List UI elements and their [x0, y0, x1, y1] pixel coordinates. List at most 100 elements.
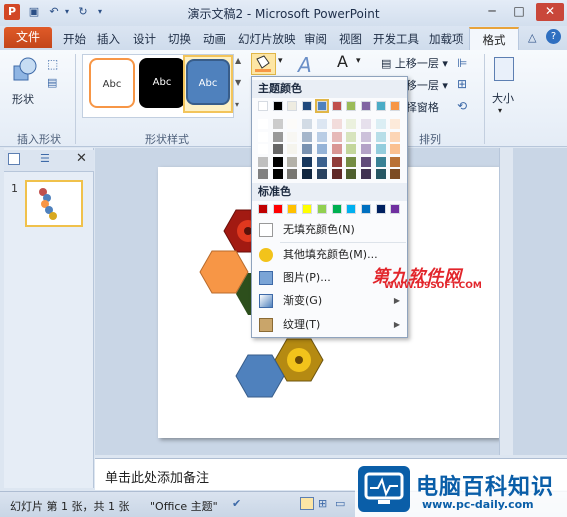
- theme-tint-swatch[interactable]: [316, 156, 327, 167]
- theme-tint-swatch[interactable]: [390, 144, 401, 154]
- theme-tint-swatch[interactable]: [316, 131, 327, 142]
- tab-animations[interactable]: 动画: [203, 31, 226, 47]
- theme-color-swatch[interactable]: [360, 101, 371, 111]
- vertical-scrollbar[interactable]: [499, 148, 513, 455]
- theme-tint-swatch[interactable]: [331, 144, 342, 154]
- theme-tint-swatch[interactable]: [302, 156, 313, 167]
- theme-tint-swatch[interactable]: [287, 156, 298, 167]
- edit-shape-icon[interactable]: ⬚: [47, 57, 58, 71]
- size-dropdown-icon[interactable]: ▾: [498, 106, 502, 115]
- slide-thumbnail[interactable]: [25, 180, 83, 227]
- theme-tint-swatch[interactable]: [272, 131, 283, 142]
- theme-tint-swatch[interactable]: [258, 169, 268, 179]
- theme-color-swatch[interactable]: [375, 101, 386, 111]
- theme-tint-swatch[interactable]: [346, 119, 357, 129]
- theme-color-swatch[interactable]: [390, 101, 401, 111]
- theme-tint-swatch[interactable]: [390, 131, 401, 142]
- standard-color-swatch[interactable]: [390, 204, 401, 214]
- standard-color-swatch[interactable]: [331, 204, 342, 214]
- size-label[interactable]: 大小: [492, 90, 514, 106]
- theme-tint-swatch[interactable]: [331, 169, 342, 179]
- theme-tint-swatch[interactable]: [316, 144, 327, 154]
- theme-tint-swatch[interactable]: [302, 119, 313, 129]
- tab-transitions[interactable]: 切换: [168, 31, 191, 47]
- theme-tint-swatch[interactable]: [375, 131, 386, 142]
- tab-insert[interactable]: 插入: [97, 31, 120, 47]
- theme-tint-swatch[interactable]: [302, 131, 313, 142]
- pane-close-icon[interactable]: ✕: [76, 151, 87, 166]
- text-box-icon[interactable]: ▤: [47, 76, 57, 89]
- style-blue-fill[interactable]: Abc: [186, 59, 230, 105]
- theme-tint-swatch[interactable]: [302, 144, 313, 154]
- normal-view-icon[interactable]: [300, 497, 314, 510]
- tab-home[interactable]: 开始: [63, 31, 86, 47]
- size-icon[interactable]: [494, 57, 514, 81]
- group-icon[interactable]: ⊞: [457, 77, 467, 91]
- theme-tint-swatch[interactable]: [390, 169, 401, 179]
- tab-developer[interactable]: 开发工具: [373, 31, 419, 47]
- maximize-button[interactable]: □: [507, 3, 531, 21]
- standard-color-swatch[interactable]: [346, 204, 357, 214]
- theme-color-swatch[interactable]: [287, 101, 298, 111]
- shapes-icon[interactable]: [12, 56, 38, 84]
- style-black-fill[interactable]: Abc: [139, 58, 185, 108]
- style-orange-outline[interactable]: Abc: [89, 58, 135, 108]
- theme-tint-swatch[interactable]: [287, 144, 298, 154]
- theme-tint-swatch[interactable]: [360, 169, 371, 179]
- theme-tint-swatch[interactable]: [302, 169, 313, 179]
- collapse-ribbon-icon[interactable]: △: [528, 31, 536, 44]
- standard-color-swatch[interactable]: [316, 204, 327, 214]
- tab-format[interactable]: 格式: [469, 27, 519, 51]
- standard-color-swatch[interactable]: [360, 204, 371, 214]
- tab-addins[interactable]: 加载项: [429, 31, 464, 47]
- theme-tint-swatch[interactable]: [375, 119, 386, 129]
- standard-color-swatch[interactable]: [375, 204, 386, 214]
- theme-tint-swatch[interactable]: [258, 119, 268, 129]
- theme-tint-swatch[interactable]: [316, 119, 327, 129]
- theme-tint-swatch[interactable]: [375, 169, 386, 179]
- theme-tint-swatch[interactable]: [272, 156, 283, 167]
- minimize-button[interactable]: ─: [480, 3, 504, 21]
- spell-check-icon[interactable]: ✔: [232, 497, 241, 510]
- theme-color-swatch[interactable]: [272, 101, 283, 111]
- theme-tint-swatch[interactable]: [272, 144, 283, 154]
- theme-tint-swatch[interactable]: [346, 144, 357, 154]
- tab-design[interactable]: 设计: [133, 31, 156, 47]
- reading-view-icon[interactable]: ▭: [335, 497, 345, 510]
- no-fill-item[interactable]: 无填充颜色(N): [253, 219, 406, 241]
- text-fill-dropdown-icon[interactable]: ▾: [356, 56, 361, 66]
- theme-tint-swatch[interactable]: [346, 156, 357, 167]
- align-icon[interactable]: ⊫: [457, 56, 467, 70]
- theme-color-swatch[interactable]: [258, 101, 268, 111]
- theme-tint-swatch[interactable]: [287, 131, 298, 142]
- tab-slideshow[interactable]: 幻灯片放映: [238, 31, 296, 47]
- shape-fill-button[interactable]: [251, 53, 276, 75]
- theme-tint-swatch[interactable]: [272, 119, 283, 129]
- bring-forward-button[interactable]: ▤ 上移一层 ▾: [381, 55, 448, 71]
- theme-tint-swatch[interactable]: [375, 144, 386, 154]
- texture-fill-item[interactable]: 纹理(T) ▶: [253, 314, 406, 336]
- rotate-icon[interactable]: ⟲: [457, 99, 467, 113]
- shapes-label[interactable]: 形状: [12, 91, 34, 107]
- theme-color-swatch[interactable]: [302, 101, 313, 111]
- gallery-down-icon[interactable]: ▼: [235, 78, 241, 87]
- theme-color-swatch[interactable]: [314, 99, 329, 113]
- standard-color-swatch[interactable]: [287, 204, 298, 214]
- help-icon[interactable]: ?: [546, 29, 561, 44]
- theme-color-swatch[interactable]: [346, 101, 357, 111]
- tab-file[interactable]: 文件: [4, 27, 52, 48]
- theme-tint-swatch[interactable]: [258, 131, 268, 142]
- sorter-view-icon[interactable]: ⊞: [318, 497, 327, 510]
- standard-color-swatch[interactable]: [258, 204, 268, 214]
- theme-tint-swatch[interactable]: [346, 169, 357, 179]
- theme-tint-swatch[interactable]: [272, 169, 283, 179]
- theme-tint-swatch[interactable]: [360, 156, 371, 167]
- theme-tint-swatch[interactable]: [360, 144, 371, 154]
- theme-tint-swatch[interactable]: [360, 119, 371, 129]
- theme-tint-swatch[interactable]: [375, 156, 386, 167]
- tab-review[interactable]: 审阅: [304, 31, 327, 47]
- gradient-fill-item[interactable]: 渐变(G) ▶: [253, 290, 406, 312]
- theme-tint-swatch[interactable]: [287, 169, 298, 179]
- theme-tint-swatch[interactable]: [331, 119, 342, 129]
- standard-color-swatch[interactable]: [302, 204, 313, 214]
